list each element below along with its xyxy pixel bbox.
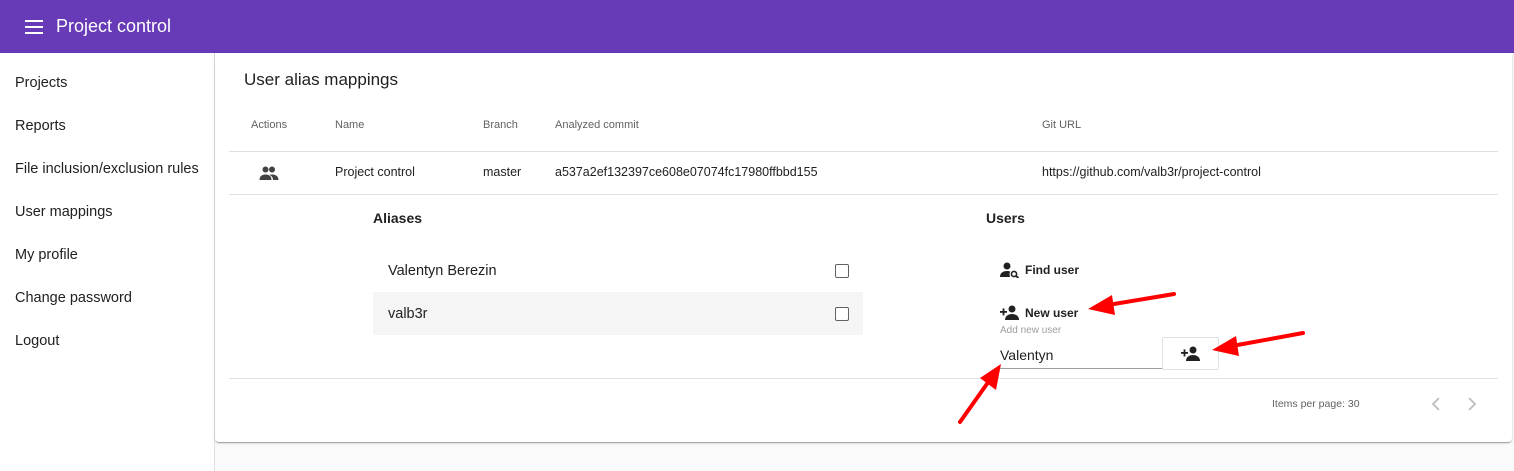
mappings-card: User alias mappings Actions Name Branch … [215,53,1512,442]
previous-page-button[interactable] [1424,392,1448,416]
alias-checkbox[interactable] [835,306,849,321]
sidebar-item-projects[interactable]: Projects [0,61,214,104]
next-page-button[interactable] [1460,392,1484,416]
top-toolbar: Project control [0,0,1514,53]
alias-label: valb3r [388,305,428,322]
commit-cell: a537a2ef132397ce608e07074fc17980ffbbd155 [555,165,818,179]
aliases-title: Aliases [373,210,423,226]
alias-label: Valentyn Berezin [388,262,497,279]
header-divider [229,151,1498,152]
sidebar: Projects Reports File inclusion/exclusio… [0,53,215,471]
sidebar-item-change-password[interactable]: Change password [0,276,214,319]
items-per-page-label: Items per page: 30 [1272,398,1360,410]
column-header-git-url: Git URL [1042,119,1082,131]
column-header-actions: Actions [251,119,288,131]
person-add-icon [1180,346,1200,361]
alias-row: Valentyn Berezin [373,249,863,292]
new-user-input[interactable] [1000,341,1163,369]
new-user-button[interactable]: New user [1000,303,1078,323]
person-add-icon [1000,305,1019,320]
people-icon[interactable] [259,165,279,181]
new-user-label: New user [1025,306,1079,320]
add-user-button[interactable] [1162,337,1219,370]
find-user-label: Find user [1025,263,1080,277]
sidebar-item-file-rules[interactable]: File inclusion/exclusion rules [0,147,214,190]
page-title: User alias mappings [244,70,399,89]
row-divider [229,194,1498,195]
alias-checkbox[interactable] [835,263,849,278]
sidebar-item-my-profile[interactable]: My profile [0,233,214,276]
chevron-right-icon [1468,397,1477,411]
alias-row: valb3r [373,292,863,335]
sidebar-item-logout[interactable]: Logout [0,319,214,362]
main-content: User alias mappings Actions Name Branch … [215,53,1514,471]
column-header-name: Name [335,119,365,131]
chevron-left-icon [1431,397,1440,411]
person-search-icon [1000,262,1020,278]
column-header-commit: Analyzed commit [555,119,639,131]
footer-divider [229,378,1498,379]
sidebar-item-user-mappings[interactable]: User mappings [0,190,214,233]
sidebar-item-reports[interactable]: Reports [0,104,214,147]
find-user-button[interactable]: Find user [1000,260,1079,280]
branch-cell: master [483,165,522,179]
project-name-cell: Project control [335,165,415,179]
menu-icon[interactable] [22,15,46,39]
new-user-field-label: Add new user [1000,325,1062,336]
app-title: Project control [56,16,172,36]
users-title: Users [986,210,1025,226]
git-url-cell: https://github.com/valb3r/project-contro… [1042,165,1261,179]
column-header-branch: Branch [483,119,518,131]
